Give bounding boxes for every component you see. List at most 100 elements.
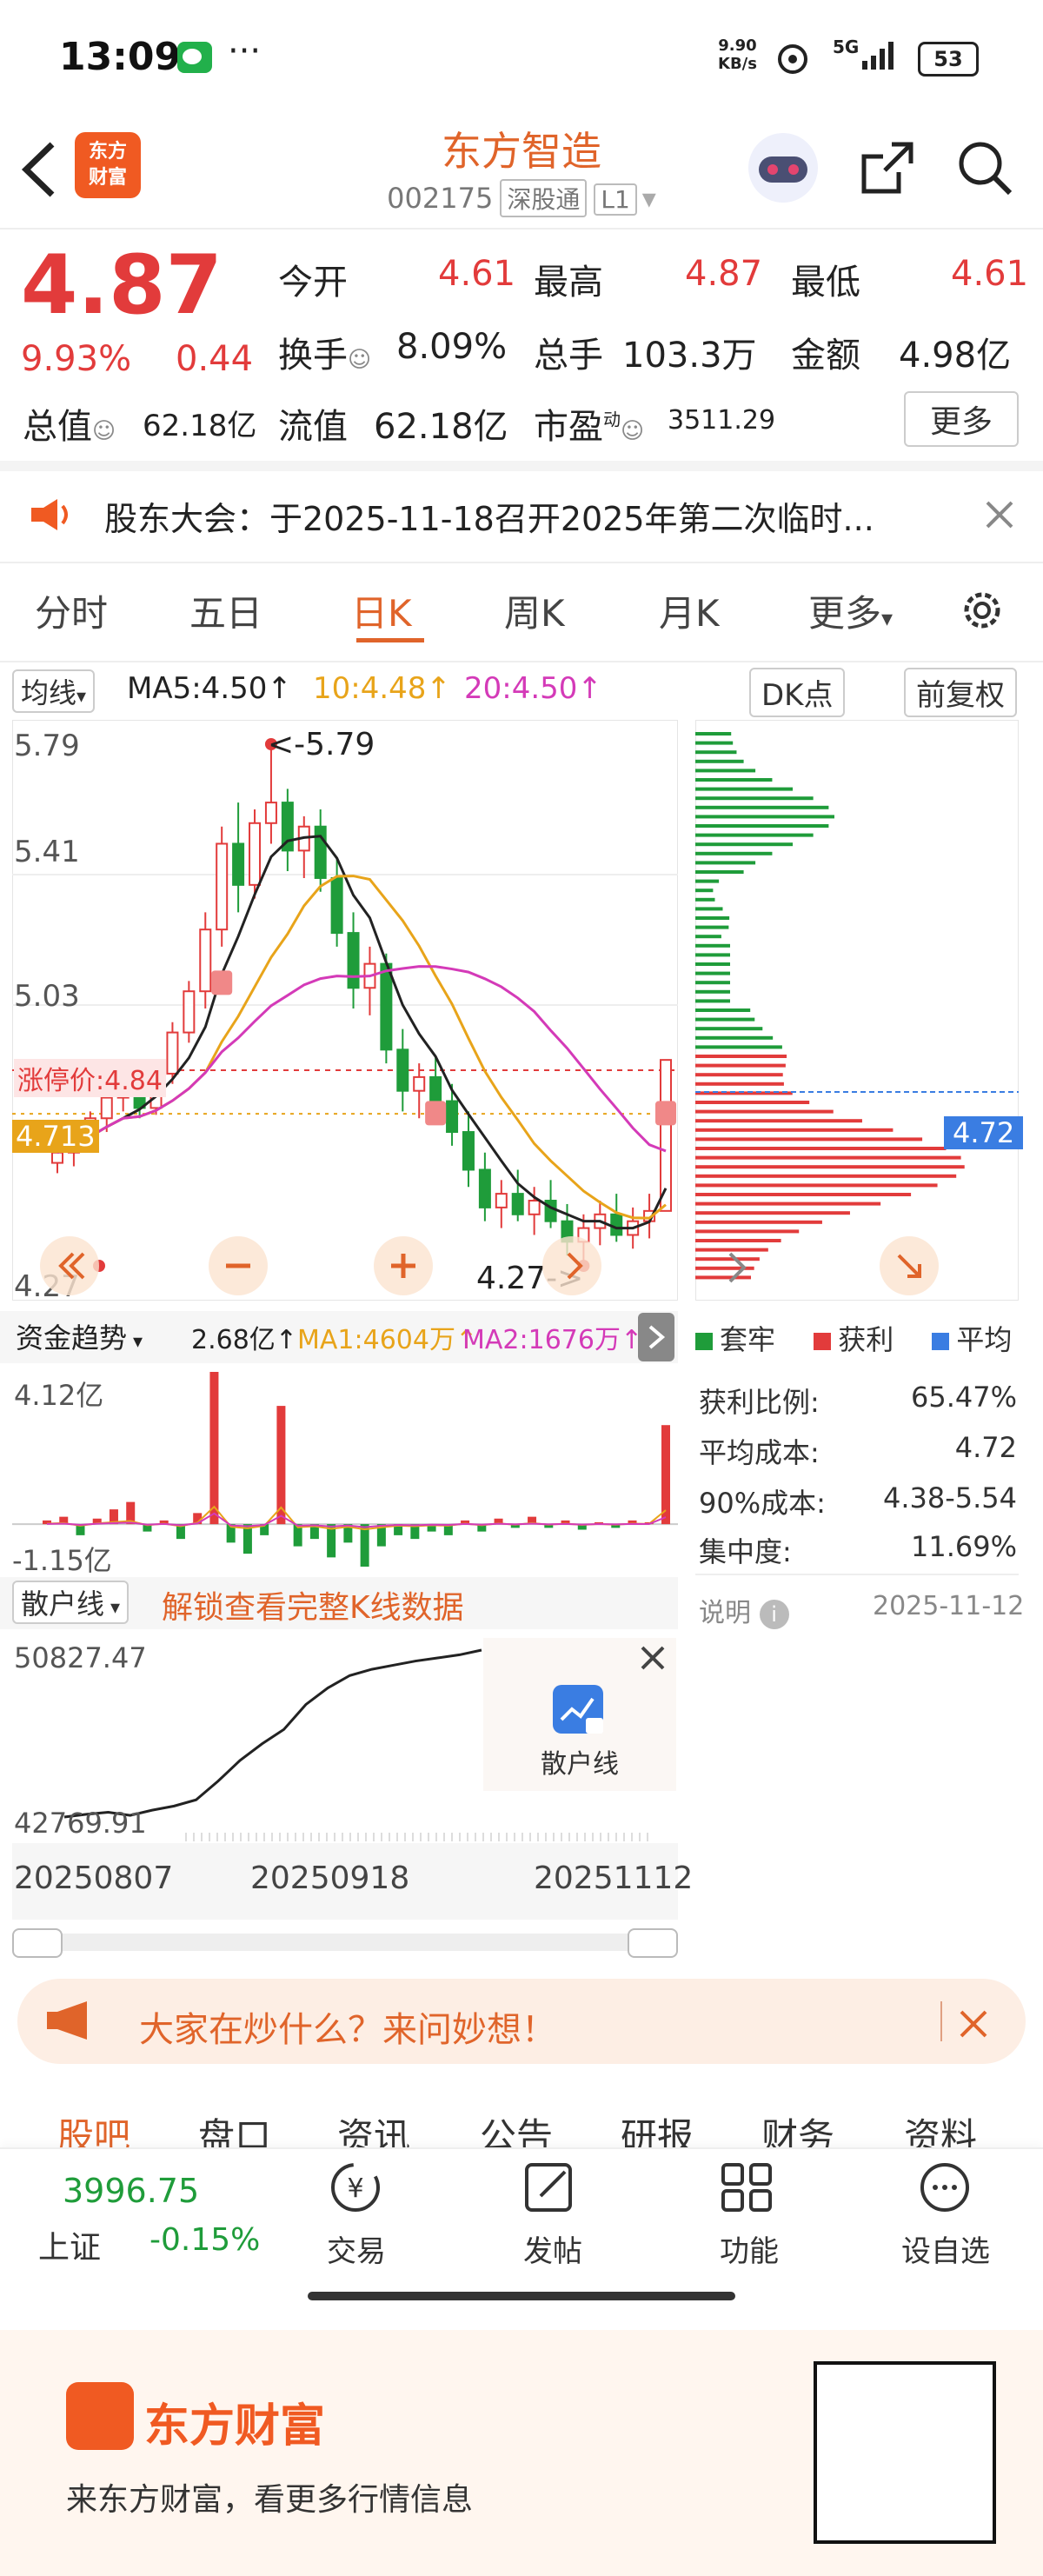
chip-prev-icon[interactable] [711,1241,763,1294]
index-value[interactable]: 3996.75 [63,2172,199,2210]
chip-bar [695,796,814,801]
ma20-text: 20:4.50↑ [464,671,602,706]
gear-icon[interactable] [958,586,1006,635]
chip-bar [695,1128,894,1132]
chip-stat-value: 11.69% [910,1530,1017,1563]
current-price-tag: 4.713 [12,1120,99,1153]
candle-body [380,962,393,1051]
chip-note-date: 2025-11-12 [873,1591,1025,1621]
tab-weekly-k[interactable]: 周K [504,584,565,637]
chip-distribution-chart[interactable] [695,720,1019,1301]
scroll-handle-left[interactable] [12,1928,63,1958]
close-icon[interactable] [958,2008,989,2040]
more-button[interactable]: 更多 [904,391,1020,447]
chip-bar [695,1055,787,1058]
nav-function[interactable]: 功能 [688,2227,810,2270]
ma20-value: 20:4.50 [464,671,578,706]
chip-bar [695,1174,957,1178]
low-label: 最低 [791,263,860,303]
adjust-button[interactable]: 前复权 [904,668,1017,717]
signal-label: 5G [833,37,860,57]
nav-watchlist[interactable]: 设自选 [885,2227,1006,2270]
fund-ma2: MA2:1676万↑ [462,1325,643,1355]
time-range-scrollbar[interactable] [12,1928,678,1958]
chevron-down-icon: ▾ [76,686,87,708]
nav-post[interactable]: 发帖 [492,2227,614,2270]
info-icon[interactable]: ☺ [348,347,371,373]
candle-body [528,1200,541,1215]
tab-five-day[interactable]: 五日 [189,584,262,637]
wechat-icon [177,42,212,73]
retail-select[interactable]: 散户线 ▾ [12,1581,130,1624]
ma-type-select[interactable]: 均线▾ [12,669,96,713]
scroll-handle-right[interactable] [628,1928,678,1958]
tab-more-label: 更多 [808,592,882,635]
footer-logo [66,2382,134,2450]
kline-chart[interactable] [12,720,678,1301]
info-icon[interactable]: ☺ [621,418,644,444]
fund-trend-chart[interactable] [12,1365,678,1574]
zoom-out-button[interactable] [207,1235,269,1297]
chip-bar [695,935,721,939]
fund-title: 资金趋势 [16,1321,128,1355]
chip-bar [695,889,714,893]
candle-body [249,822,262,886]
chip-bar [695,778,773,782]
edit-post-icon[interactable] [522,2160,582,2215]
b-marker [425,1101,447,1126]
chip-stat-label: 90%成本: [699,1487,826,1520]
chip-stat-value: 4.72 [954,1431,1017,1464]
fund-next-button[interactable] [638,1313,674,1361]
banner-text[interactable]: 大家在炒什么？来问妙想！ [139,2001,556,2052]
zoom-in-button[interactable] [372,1235,435,1297]
tab-daily-k[interactable]: 日K [351,584,412,637]
notice-text[interactable]: 股东大会：于2025-11-18召开2025年第二次临时... [104,492,874,540]
fund-title-select[interactable]: 资金趋势 ▾ [16,1316,143,1356]
chip-stat-label: 获利比例: [699,1386,820,1419]
fund-ma2-text: MA2:1676万 [462,1325,621,1355]
chip-bar [695,833,814,837]
index-name: 上证 [38,2230,102,2266]
b-marker [655,1101,676,1126]
chip-bar [695,1008,751,1012]
tab-intraday[interactable]: 分时 [35,584,108,637]
yen-trade-icon[interactable]: ¥ [325,2160,386,2215]
net-speed-unit: KB/s [718,55,757,73]
chip-bar [695,1183,938,1188]
chip-bar [695,953,730,957]
fund-y-bottom: -1.15亿 [12,1544,112,1577]
fund-value: 2.68亿↑ [191,1325,297,1355]
status-time: 13:09 [59,35,182,79]
chip-note[interactable]: 说明 i [699,1591,789,1629]
close-icon[interactable] [984,499,1015,530]
chip-bar [695,1017,755,1022]
unlock-link[interactable]: 解锁查看完整K线数据 [162,1582,464,1627]
scroll-left-button[interactable] [38,1235,101,1297]
tab-monthly-k[interactable]: 月K [659,584,720,637]
grid-function-icon[interactable] [718,2160,779,2215]
close-icon[interactable] [638,1643,668,1673]
chip-stat-label: 平均成本: [699,1436,820,1469]
mktcap-label: 总值☺ [23,398,116,449]
info-icon[interactable]: ☺ [92,418,116,444]
nav-trade[interactable]: 交易 [296,2227,417,2270]
scroll-right-button[interactable] [541,1235,603,1297]
add-watchlist-icon[interactable] [914,2160,975,2215]
chevron-down-icon: ▾ [127,1331,143,1353]
fund-value-text: 2.68亿 [191,1325,276,1355]
pe-superscript: 动 [603,409,621,430]
open-label: 今开 [278,263,348,303]
chip-expand-icon[interactable] [878,1235,940,1297]
search-icon[interactable] [954,137,1015,198]
chip-bar [695,805,829,809]
retail-y-bottom: 42769.91 [14,1807,147,1840]
chip-bar [695,907,723,911]
chip-bar [695,824,829,828]
dk-point-button[interactable]: DK点 [749,668,846,717]
robot-avatar-icon[interactable] [744,129,822,207]
tab-more[interactable]: 更多▾ [808,584,893,637]
date-mid: 20250918 [250,1860,410,1896]
divider [0,461,1043,471]
legend-trapped: 套牢 [720,1323,776,1356]
share-icon[interactable] [857,137,918,198]
